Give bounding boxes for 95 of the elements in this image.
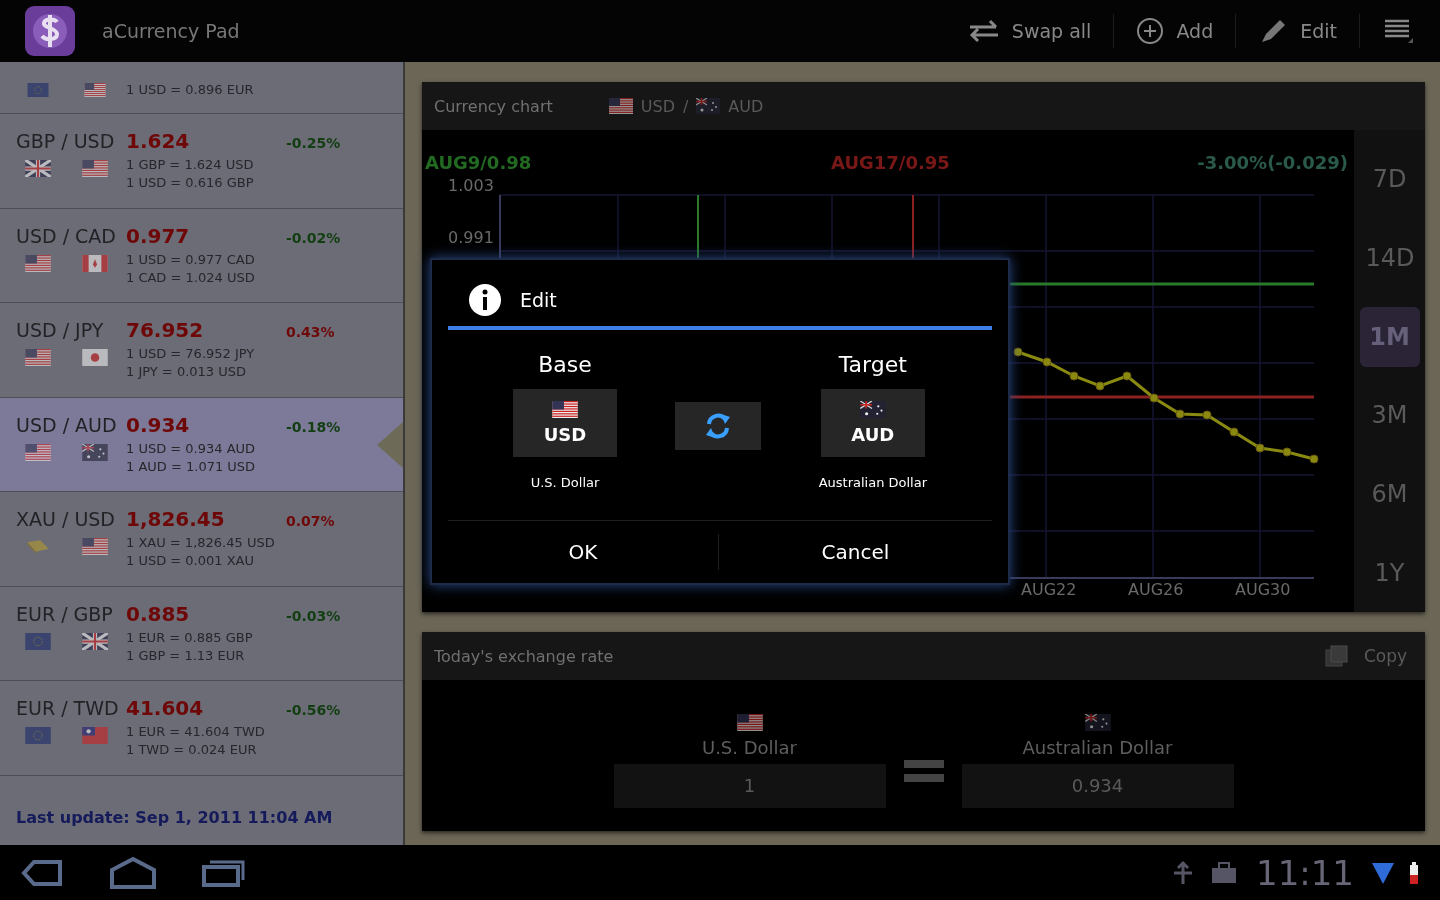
- range-tab[interactable]: 7D: [1359, 149, 1420, 210]
- clock-time: 11:11: [1256, 852, 1354, 893]
- low-label: AUG17/0.95: [831, 152, 950, 173]
- action-button[interactable]: Edit: [1254, 10, 1341, 52]
- amount-field[interactable]: 0.934: [961, 763, 1234, 808]
- action-button[interactable]: Swap all: [963, 13, 1096, 49]
- panel-title: Currency chart: [434, 96, 553, 116]
- pair-list-item[interactable]: USD / CAD 0.977 -0.02% 1 USD = 0.977 CAD 1 CAD = 1.024 USD: [0, 208, 403, 303]
- conversion-text: 1 USD = 0.934 AUD: [126, 439, 256, 458]
- app-title: aCurrency Pad: [102, 20, 240, 42]
- conversion-text: 1 USD = 76.952 JPY: [126, 345, 255, 364]
- wifi-icon: [1372, 860, 1394, 885]
- conversion-text: 1 USD = 0.616 GBP: [126, 174, 254, 193]
- conversion-text: 1 GBP = 1.624 USD: [126, 156, 254, 175]
- conversion-text: 1 XAU = 1,826.45 USD: [126, 534, 275, 553]
- panel-title: Today's exchange rate: [434, 646, 614, 666]
- currency-pair: GBP / USD: [16, 130, 116, 153]
- range-tab[interactable]: 1Y: [1359, 542, 1420, 603]
- currency-pair: USD / CAD: [16, 224, 117, 247]
- change-percent: -0.02%: [286, 229, 341, 246]
- conversion-text: 1 EUR = 0.885 GBP: [126, 628, 253, 647]
- info-icon: [468, 283, 502, 317]
- battery-icon: [1408, 860, 1420, 885]
- conversion-text: 1 CAD = 1.024 USD: [126, 268, 255, 287]
- base-heading: Base: [538, 352, 592, 377]
- last-update-text: Last update: Sep 1, 2011 11:04 AM: [15, 808, 334, 827]
- x-axis-label: AUG22: [1021, 580, 1077, 599]
- conversion-text: 1 GBP = 1.13 EUR: [126, 646, 246, 665]
- rate-value: 1,826.45: [126, 507, 226, 532]
- change-percent: 0.07%: [286, 513, 335, 530]
- amount-field[interactable]: 1: [613, 763, 886, 808]
- conversion-text: 1 JPY = 0.013 USD: [126, 363, 247, 382]
- x-axis-label: AUG30: [1235, 580, 1291, 599]
- change-percent: -0.25%: [286, 135, 341, 152]
- equals-icon: [903, 757, 944, 784]
- currency-pair: USD / AUD: [16, 413, 118, 436]
- rate-value: 0.934: [126, 412, 191, 437]
- copy-button[interactable]: Copy: [1317, 643, 1413, 669]
- currency-name: U.S. Dollar: [701, 736, 798, 758]
- currency-button[interactable]: AUD: [820, 389, 925, 457]
- conversion-text: 1 AUD = 1.071 USD: [126, 457, 256, 476]
- target-heading: Target: [838, 352, 907, 377]
- change-percent: -0.03%: [286, 607, 341, 624]
- conversion-text: 1 USD = 0.977 CAD: [126, 250, 255, 269]
- selection-pointer-icon: [377, 421, 403, 468]
- range-tab[interactable]: 6M: [1359, 463, 1420, 524]
- add-icon: [1136, 17, 1165, 45]
- y-axis-label: 1.003: [448, 176, 494, 195]
- dialog-button[interactable]: Cancel: [719, 524, 992, 580]
- pair-list-item[interactable]: EUR / TWD 41.604 -0.56% 1 EUR = 41.604 TWD 1 TWD = 0.024 EUR: [0, 681, 403, 776]
- currency-pair: USD / JPY: [16, 319, 105, 342]
- change-percent: -0.18%: [286, 418, 341, 435]
- pair-list-item[interactable]: USD / JPY 76.952 0.43% 1 USD = 76.952 JPY 1 JPY = 0.013 USD: [0, 303, 403, 398]
- conversion-text: 1 TWD = 0.024 EUR: [126, 741, 258, 760]
- conversion-text: 1 EUR = 41.604 TWD: [126, 723, 265, 742]
- currency-pair: EUR / TWD: [16, 697, 120, 720]
- rate-value: 41.604: [126, 696, 205, 721]
- currency-name: Australian Dollar: [818, 475, 927, 490]
- pair-list-item[interactable]: USD / AUD 0.934 -0.18% 1 USD = 0.934 AUD 1 AUD = 1.071 USD: [0, 397, 403, 492]
- home-icon: [108, 855, 158, 890]
- briefcase-icon: [1210, 860, 1238, 885]
- change-percent: 0.43%: [286, 324, 335, 341]
- change-percent: -0.56%: [286, 702, 341, 719]
- dialog-title: Edit: [520, 289, 557, 311]
- high-label: AUG9/0.98: [425, 152, 532, 173]
- swap-arrows-icon: [967, 19, 1000, 43]
- separator-text: /: [682, 96, 689, 116]
- currency-pair: EUR / GBP: [16, 602, 114, 625]
- rate-value: 1.624: [126, 129, 191, 154]
- currency-code: USD: [640, 96, 675, 116]
- y-axis-label: 0.991: [448, 228, 494, 247]
- pair-list-item[interactable]: GBP / USD 1.624 -0.25% 1 GBP = 1.624 USD 1 USD = 0.616 GBP: [0, 114, 403, 209]
- conversion-text: 1 USD = 0.001 XAU: [126, 552, 255, 571]
- copy-icon: [1323, 644, 1350, 668]
- x-axis-label: AUG26: [1128, 580, 1184, 599]
- rate-value: 76.952: [126, 318, 205, 343]
- currency-button[interactable]: USD: [513, 389, 617, 457]
- change-label: -3.00%(-0.029): [1197, 152, 1348, 173]
- conversion-text: 1 USD = 0.896 EUR: [126, 80, 254, 99]
- currency-code: AUD: [728, 96, 764, 116]
- currency-name: Australian Dollar: [1022, 736, 1173, 758]
- rate-value: 0.885: [126, 601, 191, 626]
- range-tab[interactable]: 14D: [1359, 228, 1420, 288]
- dialog-button[interactable]: OK: [448, 524, 718, 580]
- pair-list-item[interactable]: EUR / GBP 0.885 -0.03% 1 EUR = 0.885 GBP 1 GBP = 1.13 EUR: [0, 586, 403, 681]
- currency-pair: XAU / USD: [16, 508, 116, 531]
- pair-list-item[interactable]: 1 USD = 0.896 EUR: [0, 62, 403, 114]
- range-tab[interactable]: 3M: [1359, 385, 1420, 446]
- currency-name: U.S. Dollar: [530, 475, 600, 490]
- rate-value: 0.977: [126, 223, 191, 248]
- app-logo-icon: [24, 5, 76, 57]
- action-button[interactable]: Add: [1132, 11, 1218, 51]
- range-tab[interactable]: 1M: [1359, 306, 1420, 367]
- pair-list-item[interactable]: XAU / USD 1,826.45 0.07% 1 XAU = 1,826.45 USD 1 USD = 0.001 XAU: [0, 492, 403, 587]
- swap-button[interactable]: [674, 402, 761, 450]
